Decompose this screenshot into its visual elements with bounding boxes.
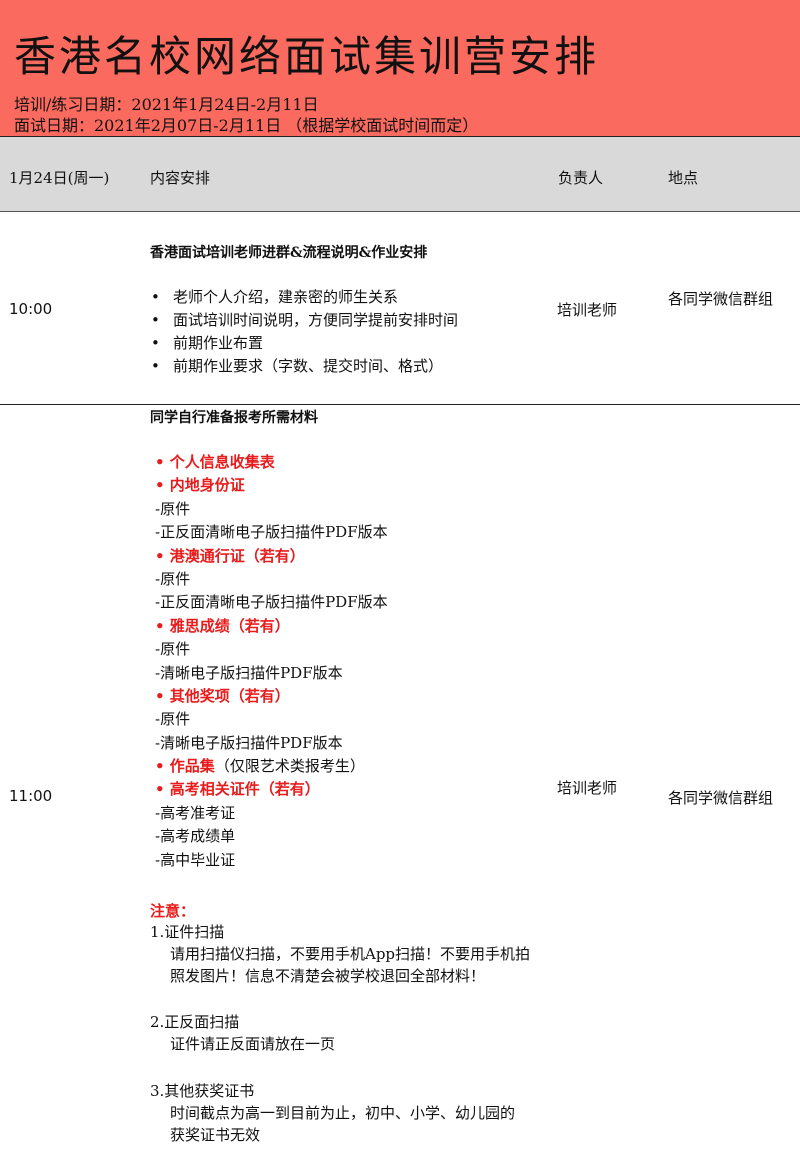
note-double-sided: 2.正反面扫描 证件请正反面请放在一页 [150, 1011, 545, 1055]
note-awards: 3.其他获奖证书 时间截点为高一到目前为止，初中、小学、幼儿园的 获奖证书无效 [150, 1080, 545, 1146]
interview-dates: 面试日期：2021年2月07日-2月11日 （根据学校面试时间而定） [14, 116, 479, 135]
list-item: -原件 [155, 710, 191, 729]
materials-list: • 个人信息收集表 • 内地身份证 -原件 -正反面清晰电子版扫描件PDF版本 … [155, 451, 388, 872]
note-body: 时间截点为高一到目前为止，初中、小学、幼儿园的 [170, 1104, 516, 1122]
list-item: -正反面清晰电子版扫描件PDF版本 [155, 593, 388, 612]
row-heading: 同学自行准备报考所需材料 [150, 410, 318, 426]
note-heading: 3.其他获奖证书 [150, 1082, 255, 1100]
list-item: • 其他奖项（若有） [155, 686, 290, 705]
column-owner: 负责人 [558, 169, 604, 187]
column-date: 1月24日(周一) [9, 169, 110, 187]
row-time: 11:00 [9, 787, 53, 805]
list-item: -高考准考证 [155, 803, 236, 822]
list-item: • 前期作业布置 [151, 334, 264, 352]
list-item: -高考成绩单 [155, 827, 236, 846]
list-item: • 港澳通行证（若有） [155, 546, 305, 565]
notes-title: 注意： [150, 902, 196, 920]
list-item: -原件 [155, 569, 191, 588]
row-owner: 培训老师 [557, 301, 618, 319]
column-location: 地点 [668, 169, 699, 187]
list-item: -清晰电子版扫描件PDF版本 [155, 733, 343, 752]
list-item: -高中毕业证 [155, 850, 236, 869]
portfolio-note: （仅限艺术类报考生） [214, 757, 365, 776]
portfolio-label: • 作品集 [155, 757, 215, 776]
list-item: • 老师个人介绍，建亲密的师生关系 [151, 288, 399, 306]
list-item: • 个人信息收集表 [155, 453, 275, 471]
column-content: 内容安排 [150, 169, 211, 187]
list-item: • 雅思成绩（若有） [155, 616, 290, 635]
schedule-row: 香港面试培训老师进群&流程说明&作业安排 10:00 • 老师个人介绍，建亲密的师… [0, 212, 800, 405]
note-scan: 1.证件扫描 请用扫描仪扫描，不要用手机App扫描！不要用手机拍照发图片！信息不… [150, 921, 545, 987]
note-body: 获奖证书无效 [170, 1126, 261, 1144]
note-body: 请用扫描仪扫描，不要用手机App扫描！不要用手机拍照发图片！信息不清楚会被学校退… [170, 945, 531, 985]
list-item: • 高考相关证件（若有） [155, 780, 320, 799]
bullet-list: • 老师个人介绍，建亲密的师生关系 • 面试培训时间说明，方便同学提前安排时间 • 前… [148, 286, 458, 378]
list-item: • 内地身份证 [155, 476, 245, 495]
note-heading: 1.证件扫描 [150, 923, 225, 941]
row-location: 各同学微信群组 [668, 789, 774, 807]
column-header-row: 1月24日(周一) 内容安排 负责人 地点 [0, 137, 800, 212]
row-heading: 香港面试培训老师进群&流程说明&作业安排 [150, 245, 428, 261]
page-header: 香港名校网络面试集训营安排 培训/练习日期：2021年1月24日-2月11日 面… [0, 0, 800, 137]
row-location: 各同学微信群组 [668, 290, 774, 308]
note-heading: 2.正反面扫描 [150, 1013, 240, 1031]
note-body: 证件请正反面请放在一页 [170, 1035, 336, 1053]
list-item: • 面试培训时间说明，方便同学提前安排时间 [151, 311, 459, 329]
list-item: -正反面清晰电子版扫描件PDF版本 [155, 523, 388, 542]
row-time: 10:00 [9, 300, 53, 318]
schedule-row: 同学自行准备报考所需材料 11:00 培训老师 各同学微信群组 • 个人信息收集… [0, 405, 800, 1154]
page-title: 香港名校网络面试集训营安排 [14, 32, 600, 81]
list-item: -原件 [155, 499, 191, 518]
list-item: -原件 [155, 640, 191, 659]
list-item: -清晰电子版扫描件PDF版本 [155, 663, 343, 682]
list-item: • 前期作业要求（字数、提交时间、格式） [151, 357, 444, 375]
list-item: • 作品集（仅限艺术类报考生） [155, 755, 388, 778]
row-owner: 培训老师 [557, 779, 618, 797]
training-dates: 培训/练习日期：2021年1月24日-2月11日 [14, 95, 319, 114]
